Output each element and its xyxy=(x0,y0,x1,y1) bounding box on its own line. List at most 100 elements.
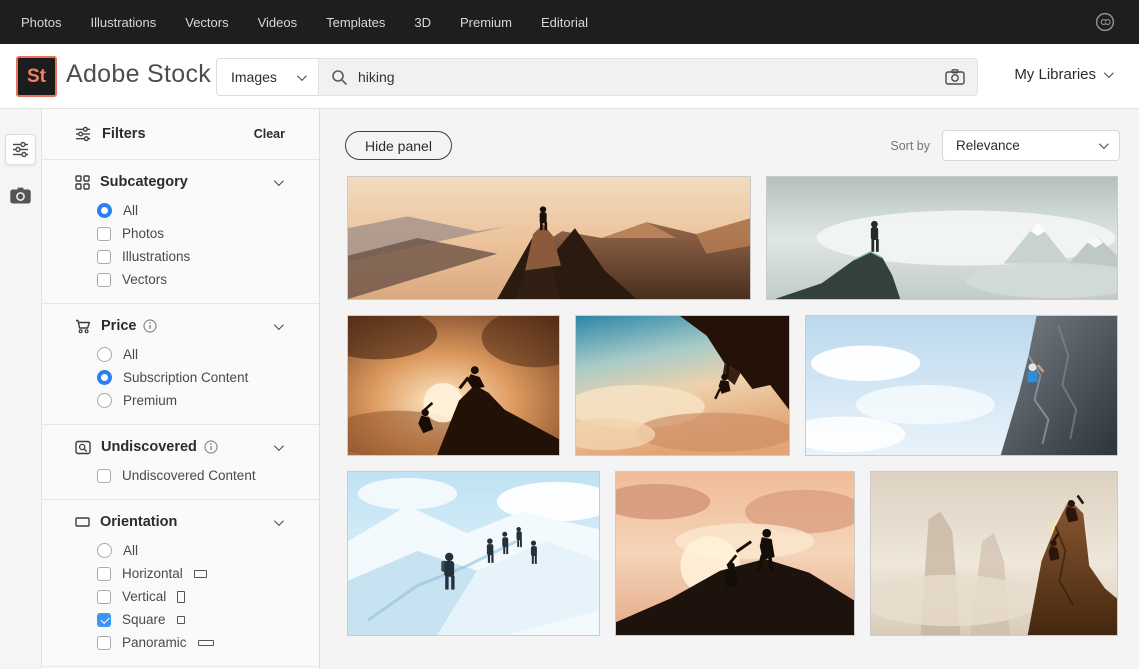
result-image-2[interactable] xyxy=(766,176,1118,300)
sliders-icon xyxy=(12,141,29,158)
search-icon xyxy=(331,69,348,86)
sliders-icon xyxy=(75,126,91,142)
subcategory-option-photos[interactable]: Photos xyxy=(97,226,281,241)
subcategory-header[interactable]: Subcategory xyxy=(75,174,281,190)
undiscovered-header[interactable]: Undiscovered xyxy=(75,439,281,455)
top-navigation: Photos Illustrations Vectors Videos Temp… xyxy=(0,0,1139,44)
creative-cloud-icon[interactable] xyxy=(1095,12,1115,32)
panoramic-shape-icon xyxy=(198,640,214,646)
checkbox-unchecked[interactable] xyxy=(97,567,111,581)
nav-item-videos[interactable]: Videos xyxy=(258,15,298,30)
result-image-7[interactable] xyxy=(615,471,855,636)
nav-item-photos[interactable]: Photos xyxy=(21,15,61,30)
my-libraries-menu[interactable]: My Libraries xyxy=(1014,66,1111,83)
orientation-option-square[interactable]: Square xyxy=(97,612,281,627)
checkbox-unchecked[interactable] xyxy=(97,227,111,241)
filters-header: Filters Clear xyxy=(42,109,319,159)
checkbox-checked[interactable] xyxy=(97,613,111,627)
chevron-down-icon xyxy=(274,176,284,186)
square-shape-icon xyxy=(177,616,185,624)
filters-panel: Filters Clear Subcategory All Photos xyxy=(42,109,320,669)
results-area: Hide panel Sort by Relevance xyxy=(320,109,1139,669)
my-libraries-label: My Libraries xyxy=(1014,66,1096,83)
nav-item-illustrations[interactable]: Illustrations xyxy=(90,15,156,30)
filter-section-undiscovered: Undiscovered Undiscovered Content xyxy=(42,425,319,499)
undiscovered-title: Undiscovered xyxy=(101,439,218,455)
nav-item-editorial[interactable]: Editorial xyxy=(541,15,588,30)
horizontal-shape-icon xyxy=(194,570,207,578)
checkbox-unchecked[interactable] xyxy=(97,469,111,483)
undiscovered-option-content[interactable]: Undiscovered Content xyxy=(97,468,281,483)
camera-rail-icon[interactable] xyxy=(10,187,31,204)
search-bar: Images xyxy=(216,58,978,96)
checkbox-unchecked[interactable] xyxy=(97,273,111,287)
cart-icon xyxy=(75,319,91,334)
result-image-3[interactable] xyxy=(347,315,560,456)
adobe-stock-logo[interactable]: St xyxy=(16,56,57,97)
nav-item-premium[interactable]: Premium xyxy=(460,15,512,30)
orientation-option-all[interactable]: All xyxy=(97,543,281,558)
result-image-1[interactable] xyxy=(347,176,751,300)
brand-title: Adobe Stock xyxy=(66,60,211,89)
filters-rail-button[interactable] xyxy=(5,134,36,165)
orientation-title: Orientation xyxy=(100,514,177,530)
orientation-option-horizontal[interactable]: Horizontal xyxy=(97,566,281,581)
hide-panel-button[interactable]: Hide panel xyxy=(345,131,452,160)
nav-item-templates[interactable]: Templates xyxy=(326,15,385,30)
subcategory-option-vectors[interactable]: Vectors xyxy=(97,272,281,287)
radio-unchecked[interactable] xyxy=(97,543,112,558)
filter-section-subcategory: Subcategory All Photos Illustrations Vec… xyxy=(42,160,319,303)
divider xyxy=(42,666,319,667)
filter-section-price: Price All Subscription Content Premium xyxy=(42,304,319,424)
radio-checked[interactable] xyxy=(97,203,112,218)
chevron-down-icon xyxy=(1104,68,1114,78)
nav-item-3d[interactable]: 3D xyxy=(414,15,431,30)
grid-icon xyxy=(75,175,90,190)
result-image-6[interactable] xyxy=(347,471,600,636)
checkbox-unchecked[interactable] xyxy=(97,636,111,650)
info-icon[interactable] xyxy=(143,319,157,333)
subcategory-option-all[interactable]: All xyxy=(97,203,281,218)
nav-item-vectors[interactable]: Vectors xyxy=(185,15,228,30)
sort-dropdown-value: Relevance xyxy=(956,138,1020,153)
rectangle-icon xyxy=(75,516,90,528)
result-image-5[interactable] xyxy=(805,315,1118,456)
search-in-frame-icon xyxy=(75,440,91,455)
app-header: St Adobe Stock Images My Libraries xyxy=(0,44,1139,109)
chevron-down-icon xyxy=(274,441,284,451)
sort-dropdown[interactable]: Relevance xyxy=(942,130,1120,161)
price-header[interactable]: Price xyxy=(75,318,281,334)
logo-text: St xyxy=(27,66,46,88)
clear-filters-button[interactable]: Clear xyxy=(254,127,285,141)
sort-controls: Sort by Relevance xyxy=(890,130,1120,161)
chevron-down-icon xyxy=(1099,139,1109,149)
price-title: Price xyxy=(101,318,157,334)
radio-checked[interactable] xyxy=(97,370,112,385)
chevron-down-icon xyxy=(274,320,284,330)
price-option-subscription[interactable]: Subscription Content xyxy=(97,370,281,385)
search-field[interactable] xyxy=(318,58,978,96)
chevron-down-icon xyxy=(274,516,284,526)
visual-search-camera-icon[interactable] xyxy=(945,69,965,85)
result-image-4[interactable] xyxy=(575,315,790,456)
radio-unchecked[interactable] xyxy=(97,347,112,362)
subcategory-title: Subcategory xyxy=(100,174,188,190)
vertical-shape-icon xyxy=(177,591,185,603)
price-option-premium[interactable]: Premium xyxy=(97,393,281,408)
radio-unchecked[interactable] xyxy=(97,393,112,408)
category-dropdown-value: Images xyxy=(231,69,277,85)
tool-rail xyxy=(0,109,42,669)
orientation-option-vertical[interactable]: Vertical xyxy=(97,589,281,604)
search-input[interactable] xyxy=(358,69,935,85)
subcategory-option-illustrations[interactable]: Illustrations xyxy=(97,249,281,264)
orientation-option-panoramic[interactable]: Panoramic xyxy=(97,635,281,650)
checkbox-unchecked[interactable] xyxy=(97,590,111,604)
info-icon[interactable] xyxy=(204,440,218,454)
sort-by-label: Sort by xyxy=(890,139,930,153)
image-results-grid xyxy=(347,176,1118,636)
result-image-8[interactable] xyxy=(870,471,1118,636)
checkbox-unchecked[interactable] xyxy=(97,250,111,264)
price-option-all[interactable]: All xyxy=(97,347,281,362)
orientation-header[interactable]: Orientation xyxy=(75,514,281,530)
category-dropdown[interactable]: Images xyxy=(216,58,318,96)
